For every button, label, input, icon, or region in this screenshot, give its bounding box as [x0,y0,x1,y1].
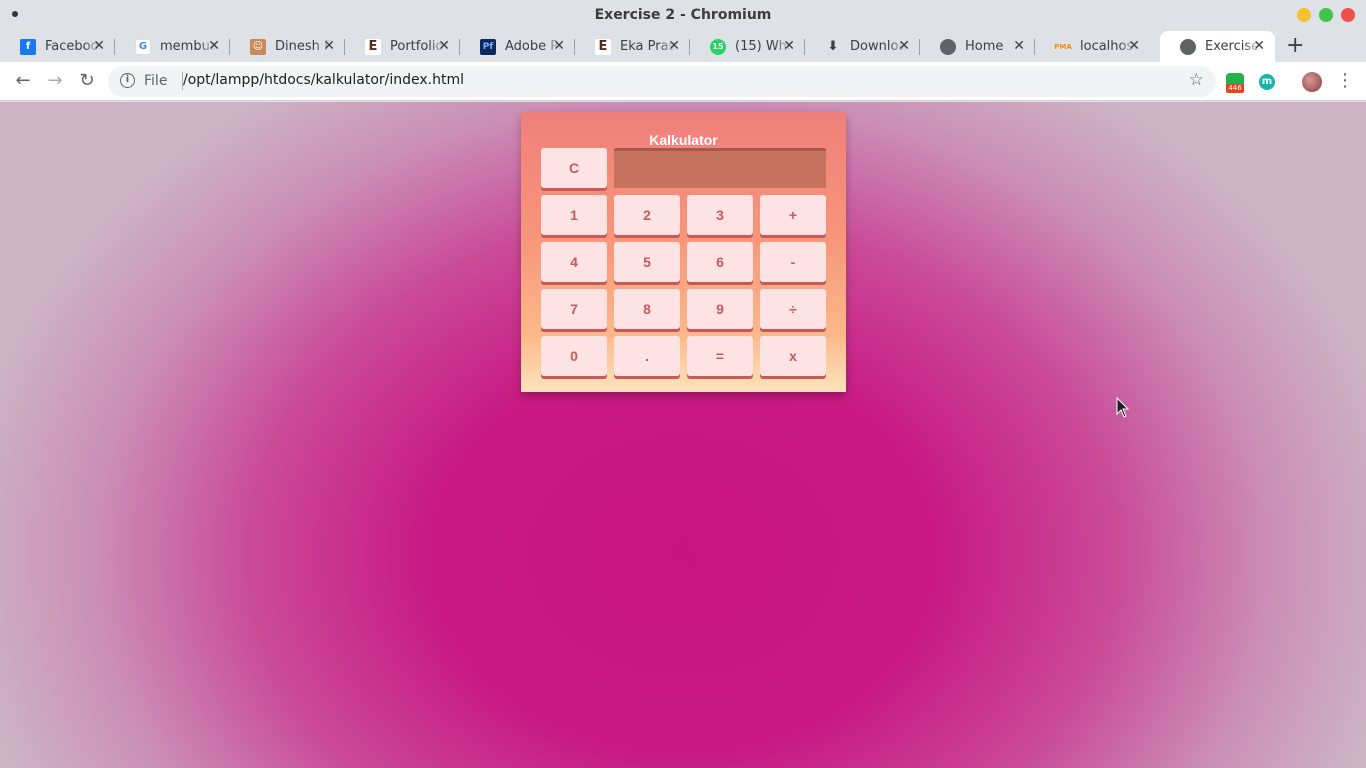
e-letter-icon: E [365,38,381,55]
person-icon: ☺ [250,38,266,55]
calculator: Kalkulator C 1 2 3 + 4 5 6 - 7 8 9 ÷ 0 .… [521,112,846,392]
calculator-display [614,148,826,188]
key-divide[interactable]: ÷ [760,289,826,329]
window-title: Exercise 2 - Chromium [594,7,772,23]
globe-icon [1180,38,1196,55]
tab-dinesh[interactable]: ☺ Dinesh P ✕ [230,31,345,62]
key-equals[interactable]: = [687,336,753,376]
tab-close-icon[interactable]: ✕ [783,39,795,53]
key-decimal[interactable]: . [614,336,680,376]
tab-localhost[interactable]: PMA localhost ✕ [1035,31,1150,62]
url-text[interactable]: /opt/lampp/htdocs/kalkulator/index.html [183,72,464,88]
minimize-button[interactable] [1297,8,1311,22]
e-letter-icon: E [595,38,611,55]
tab-close-icon[interactable]: ✕ [1128,39,1140,53]
extension-icon[interactable]: 446 [1226,73,1244,93]
url-scheme: File [144,73,168,89]
calculator-title: Kalkulator [649,132,718,148]
profile-avatar[interactable] [1302,72,1322,92]
menu-kebab-icon[interactable]: ⋮ [1336,71,1354,91]
extension-m-icon[interactable]: m [1259,74,1275,90]
page-viewport: Kalkulator C 1 2 3 + 4 5 6 - 7 8 9 ÷ 0 .… [0,102,1366,768]
window-titlebar: Exercise 2 - Chromium [0,0,1366,31]
address-bar[interactable]: i File /opt/lampp/htdocs/kalkulator/inde… [108,66,1216,97]
key-plus[interactable]: + [760,195,826,235]
tab-close-icon[interactable]: ✕ [208,39,220,53]
key-6[interactable]: 6 [687,242,753,282]
tab-exercise[interactable]: Exercise ✕ [1160,31,1275,62]
key-5[interactable]: 5 [614,242,680,282]
site-info-icon[interactable]: i [120,73,135,88]
mouse-cursor-icon [1116,397,1130,418]
download-icon: ⬇ [827,39,839,54]
key-9[interactable]: 9 [687,289,753,329]
tab-eka[interactable]: E Eka Prasa ✕ [575,31,690,62]
key-3[interactable]: 3 [687,195,753,235]
key-minus[interactable]: - [760,242,826,282]
tab-close-icon[interactable]: ✕ [1253,39,1265,53]
close-window-button[interactable] [1341,8,1355,22]
new-tab-button[interactable]: + [1286,34,1304,58]
key-7[interactable]: 7 [541,289,607,329]
tab-home[interactable]: Home ✕ [920,31,1035,62]
tab-adobe[interactable]: Pf Adobe Po ✕ [460,31,575,62]
key-0[interactable]: 0 [541,336,607,376]
tab-facebook[interactable]: f Facebook ✕ [0,31,115,62]
tab-close-icon[interactable]: ✕ [93,39,105,53]
tab-whatsapp[interactable]: 15 (15) Wha ✕ [690,31,805,62]
extension-badge: 446 [1226,84,1244,93]
tab-downloads[interactable]: ⬇ Downloa ✕ [805,31,920,62]
key-2[interactable]: 2 [614,195,680,235]
phpmyadmin-icon: PMA [1054,42,1072,51]
maximize-button[interactable] [1319,8,1333,22]
bookmark-star-icon[interactable]: ☆ [1189,70,1204,90]
tab-close-icon[interactable]: ✕ [323,39,335,53]
tab-portfolio[interactable]: E Portfolio ✕ [345,31,460,62]
facebook-icon: f [20,38,36,55]
key-multiply[interactable]: x [760,336,826,376]
tab-close-icon[interactable]: ✕ [668,39,680,53]
tab-close-icon[interactable]: ✕ [898,39,910,53]
tab-close-icon[interactable]: ✕ [553,39,565,53]
tab-google[interactable]: G membuat ✕ [115,31,230,62]
adobe-pf-icon: Pf [480,38,496,55]
google-icon: G [135,38,151,55]
tab-close-icon[interactable]: ✕ [438,39,450,53]
clear-button[interactable]: C [541,148,607,188]
browser-toolbar: ← → ↻ i File /opt/lampp/htdocs/kalkulato… [0,62,1366,101]
forward-icon[interactable]: → [44,70,66,92]
whatsapp-icon: 15 [710,38,726,55]
back-icon[interactable]: ← [12,70,34,92]
key-8[interactable]: 8 [614,289,680,329]
tab-close-icon[interactable]: ✕ [1013,39,1025,53]
tab-strip: f Facebook ✕ G membuat ✕ ☺ Dinesh P ✕ E … [0,31,1366,62]
reload-icon[interactable]: ↻ [76,70,98,92]
key-1[interactable]: 1 [541,195,607,235]
globe-icon [940,38,956,55]
key-4[interactable]: 4 [541,242,607,282]
